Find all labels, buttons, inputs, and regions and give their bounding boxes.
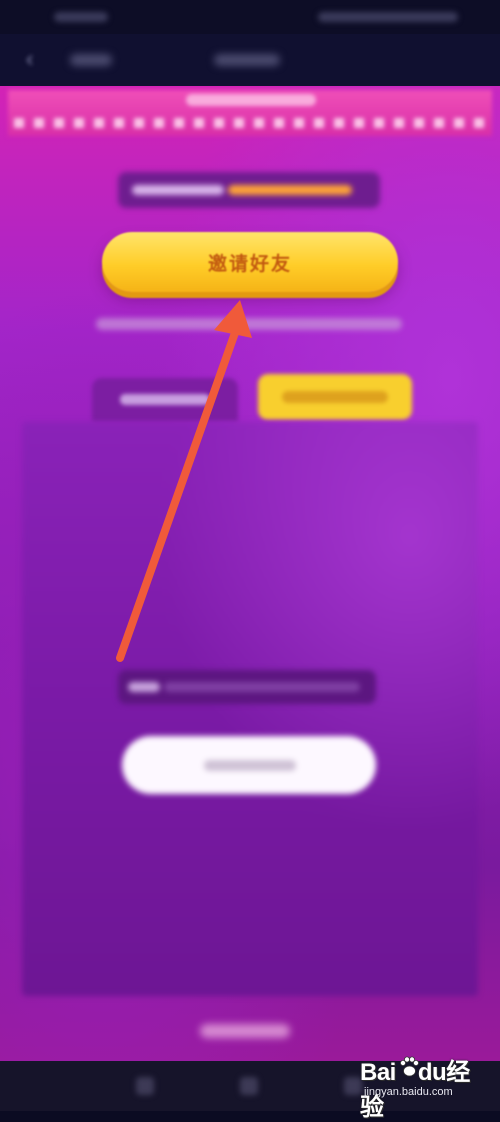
baidu-paw-icon [400,1056,419,1077]
reward-selector[interactable] [118,172,380,208]
invite-hint-text [96,318,402,330]
banner-title [186,94,316,106]
watermark-brand-bai: Bai [360,1059,396,1086]
status-bar [0,0,500,34]
tab-enter-code-label [282,391,388,403]
nav-title [214,54,280,66]
nav-back-label[interactable] [70,54,112,66]
invite-progress [118,670,376,704]
invite-progress-rest [164,682,360,692]
nav-home-icon[interactable] [240,1077,258,1095]
invite-panel [22,422,478,996]
watermark-brand-du: du [417,1059,447,1086]
nav-bar: ‹ [0,34,500,86]
tab-my-invites-label [120,394,210,405]
nav-menu-icon[interactable] [136,1077,154,1095]
status-icons [318,12,458,22]
top-banner [8,90,492,136]
invite-page: 邀请好友 [0,86,500,1061]
banner-dots-decoration [14,118,486,128]
reward-selector-value [228,185,352,195]
back-arrow-icon[interactable]: ‹ [26,46,33,72]
reward-selector-label [132,185,224,195]
bottom-rules-link[interactable] [200,1024,290,1038]
baidu-jingyan-watermark: Bai du经验 jingyan.baidu.com [356,1050,486,1121]
invite-friends-button[interactable]: 邀请好友 [102,232,398,292]
panel-action-label [204,760,296,771]
tab-my-invites[interactable] [92,378,238,422]
invite-progress-fill [128,682,160,692]
watermark-site: jingyan.baidu.com [364,1086,453,1098]
tab-enter-code[interactable] [258,374,412,420]
panel-action-button[interactable] [122,736,376,794]
status-time [54,12,108,22]
